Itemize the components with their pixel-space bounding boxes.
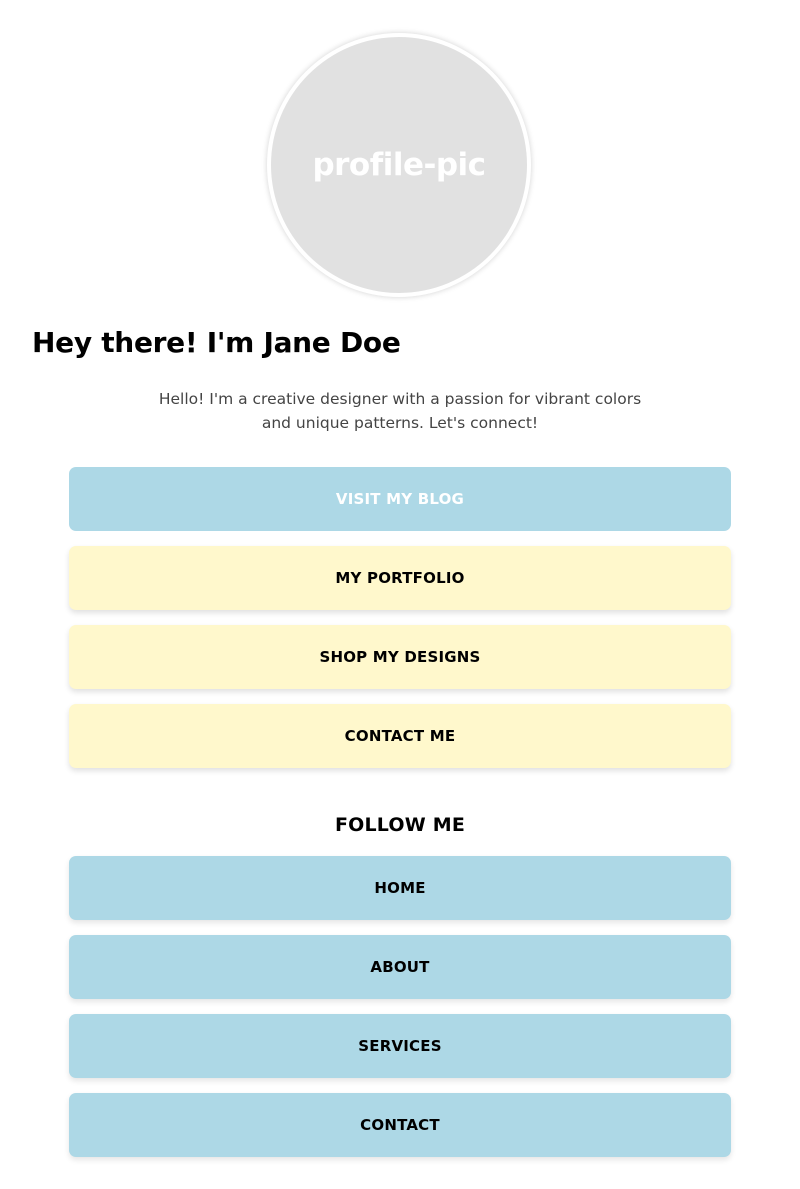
- bio-text: Hello! I'm a creative designer with a pa…: [158, 390, 642, 432]
- follow-heading: FOLLOW ME: [334, 814, 466, 836]
- shop-designs-button[interactable]: SHOP MY DESIGNS: [69, 625, 731, 689]
- nav-home-button[interactable]: HOME: [69, 856, 731, 920]
- nav-contact-button[interactable]: CONTACT: [69, 1093, 731, 1157]
- visit-blog-button[interactable]: VISIT MY BLOG: [69, 467, 731, 531]
- avatar: profile-pic: [271, 37, 527, 293]
- contact-me-button[interactable]: CONTACT ME: [69, 704, 731, 768]
- portfolio-button[interactable]: MY PORTFOLIO: [69, 546, 731, 610]
- page-title: Hey there! I'm Jane Doe: [32, 326, 401, 359]
- avatar-placeholder-text: profile-pic: [312, 147, 486, 183]
- avatar-frame: profile-pic: [267, 33, 531, 297]
- nav-services-button[interactable]: SERVICES: [69, 1014, 731, 1078]
- nav-about-button[interactable]: ABOUT: [69, 935, 731, 999]
